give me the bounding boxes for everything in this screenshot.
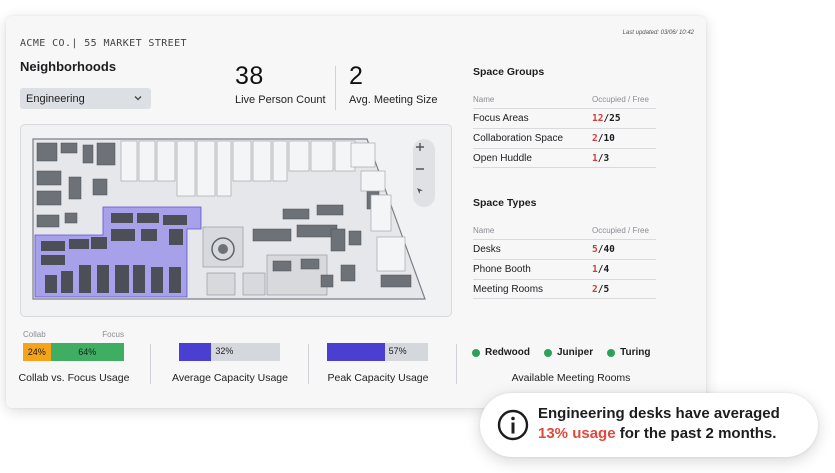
toast-message: Engineering desks have averaged 13% usag… — [538, 404, 780, 444]
peak-capacity-pct: 57% — [388, 346, 407, 356]
table-row[interactable]: Phone Booth 1/4 — [473, 259, 656, 279]
toast-highlight: 13% usage — [538, 425, 616, 442]
avg-meeting-label: Avg. Meeting Size — [349, 94, 438, 106]
occupied-count: 12 — [592, 113, 604, 124]
collab-segment: 24% — [23, 343, 51, 361]
focus-label: Focus — [102, 330, 124, 339]
available-dot — [544, 348, 552, 357]
live-count-kpi: 38 Live Person Count — [235, 62, 326, 106]
available-dot — [472, 348, 480, 357]
row-name: Collaboration Space — [473, 133, 564, 144]
free-count: /25 — [603, 113, 621, 124]
live-count-value: 38 — [235, 62, 264, 90]
free-count: /5 — [597, 283, 610, 295]
space-types-table: Name Occupied / Free Desks 5/40 Phone Bo… — [473, 221, 656, 299]
toast-line-2: 13% usage for the past 2 months. — [538, 424, 780, 444]
divider — [150, 344, 151, 384]
insight-toast: Engineering desks have averaged 13% usag… — [480, 393, 818, 457]
zoom-in-button[interactable] — [415, 142, 433, 160]
avg-meeting-kpi: 2 Avg. Meeting Size — [349, 62, 437, 106]
floor-plan-svg — [32, 138, 426, 300]
row-name: Focus Areas — [473, 113, 529, 124]
floor-plan-map[interactable] — [20, 124, 452, 317]
collab-focus-title: Collab vs. Focus Usage — [18, 372, 130, 384]
peak-capacity-title: Peak Capacity Usage — [327, 372, 429, 384]
zoom-out-button[interactable] — [415, 164, 433, 182]
neighborhood-select-value: Engineering — [26, 92, 85, 105]
avg-capacity-bar: 32% — [179, 343, 280, 361]
live-count-label: Live Person Count — [235, 94, 326, 106]
col-status: Occupied / Free — [592, 94, 649, 104]
divider — [308, 344, 309, 384]
toast-line-1: Engineering desks have averaged — [538, 405, 780, 422]
company-address: ACME CO.| 55 MARKET STREET — [20, 38, 187, 49]
room-redwood[interactable]: Redwood — [472, 347, 530, 358]
avg-capacity-title: Average Capacity Usage — [172, 372, 288, 384]
info-icon — [497, 409, 529, 441]
row-name: Desks — [473, 244, 501, 255]
dashboard-card: Last updated: 03/06/ 10:42 ACME CO.| 55 … — [6, 16, 706, 408]
last-updated: Last updated: 03/06/ 10:42 — [622, 30, 694, 36]
room-turing[interactable]: Turing — [607, 347, 651, 358]
neighborhood-select[interactable]: Engineering — [20, 88, 151, 109]
col-name: Name — [473, 94, 495, 104]
neighborhoods-title: Neighborhoods — [20, 59, 117, 74]
table-row[interactable]: Collaboration Space 2/10 — [473, 128, 656, 148]
space-groups-title: Space Groups — [473, 66, 545, 78]
room-juniper[interactable]: Juniper — [544, 347, 593, 358]
space-groups-table: Name Occupied / Free Focus Areas 12/25 C… — [473, 90, 656, 168]
peak-capacity-fill — [327, 343, 385, 361]
divider — [456, 344, 457, 384]
table-header: Name Occupied / Free — [473, 221, 656, 239]
row-name: Open Huddle — [473, 152, 532, 164]
meeting-rooms-title: Available Meeting Rooms — [511, 372, 631, 384]
collab-label: Collab — [23, 330, 46, 339]
room-name: Redwood — [485, 347, 530, 358]
room-name: Juniper — [557, 347, 594, 358]
toast-line-2-rest: for the past 2 months. — [615, 425, 777, 442]
row-name: Meeting Rooms — [473, 283, 544, 295]
free-count: /40 — [597, 244, 615, 255]
map-zoom-controls — [413, 139, 435, 207]
locate-button[interactable] — [415, 186, 433, 204]
space-types-title: Space Types — [473, 197, 537, 209]
col-status: Occupied / Free — [592, 225, 649, 235]
table-row[interactable]: Desks 5/40 — [473, 239, 656, 259]
peak-capacity-bar: 57% — [327, 343, 428, 361]
table-row[interactable]: Open Huddle 1/3 — [473, 148, 656, 168]
table-row[interactable]: Focus Areas 12/25 — [473, 108, 656, 128]
plus-icon — [416, 143, 424, 151]
free-count: /4 — [597, 264, 610, 275]
available-dot — [607, 348, 616, 357]
avg-capacity-pct: 32% — [215, 346, 234, 356]
collab-focus-bar: 24% 64% — [23, 343, 124, 361]
free-count: /10 — [597, 133, 615, 144]
free-count: /3 — [597, 152, 610, 164]
compass-icon — [417, 188, 423, 194]
table-row[interactable]: Meeting Rooms 2/5 — [473, 279, 656, 299]
room-name: Turing — [620, 347, 651, 358]
focus-pct: 64% — [78, 347, 97, 357]
focus-segment: 64% — [50, 343, 124, 361]
chevron-down-icon — [134, 96, 142, 101]
meeting-rooms-list: Redwood Juniper Turing — [472, 347, 651, 358]
col-name: Name — [473, 225, 495, 235]
collab-focus-labels: Collab Focus — [23, 330, 124, 339]
avg-capacity-fill — [179, 343, 212, 361]
collab-pct: 24% — [27, 347, 46, 357]
avg-meeting-value: 2 — [349, 62, 364, 90]
minus-icon — [416, 168, 424, 170]
kpi-divider — [335, 66, 336, 110]
row-name: Phone Booth — [473, 264, 531, 275]
table-header: Name Occupied / Free — [473, 90, 656, 108]
